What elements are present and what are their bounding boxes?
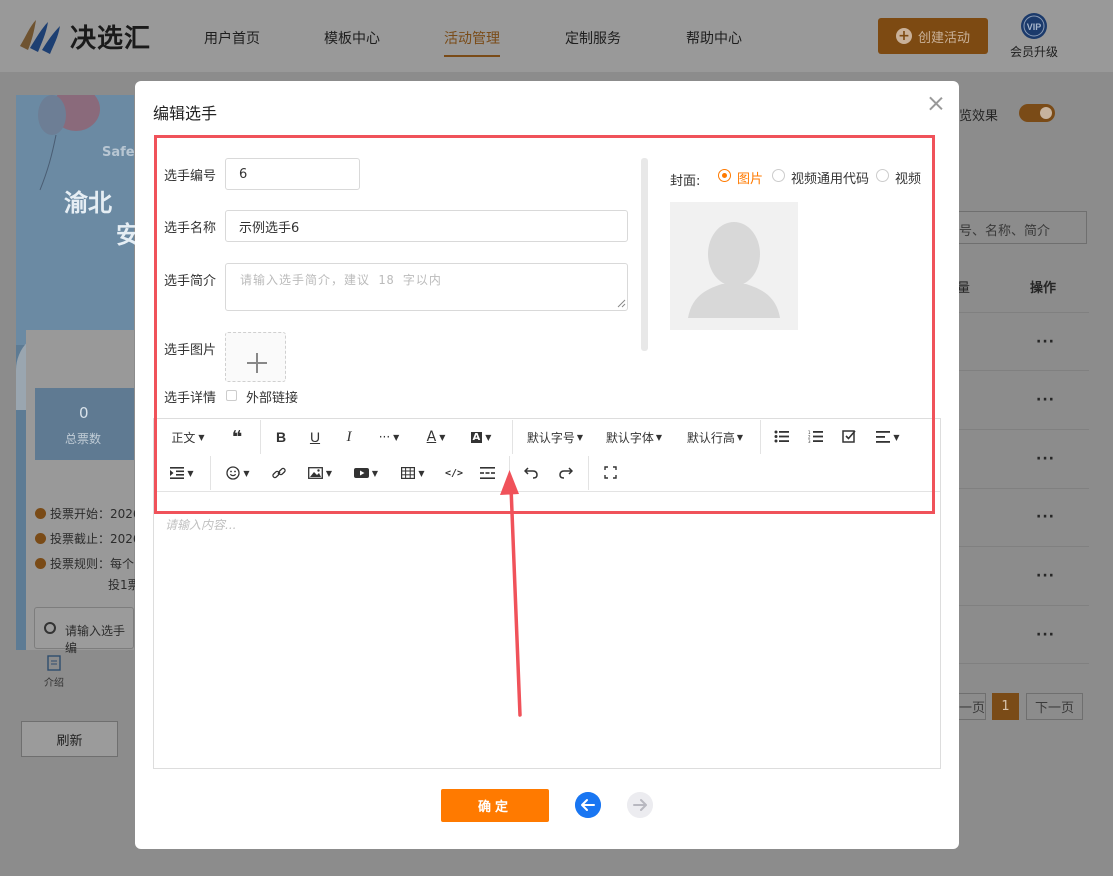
dot-icon: [35, 508, 46, 519]
arrow-left-icon[interactable]: [575, 792, 601, 818]
preview-toggle[interactable]: [1019, 104, 1055, 122]
annotation-arrow-icon: [500, 470, 522, 717]
nav-item-help[interactable]: 帮助中心: [686, 28, 742, 48]
confirm-button[interactable]: 确定: [441, 789, 549, 822]
player-list-search[interactable]: 号、名称、简介: [959, 211, 1087, 244]
editor-placeholder: 请输入内容...: [165, 518, 237, 532]
vip-upgrade-label[interactable]: 会员升级: [1010, 43, 1058, 60]
dot-icon: [35, 558, 46, 569]
plus-circle-icon: +: [895, 28, 912, 44]
player-search-input[interactable]: 请输入选手编: [34, 607, 134, 655]
pagination-prev[interactable]: 一页: [959, 693, 986, 720]
vote-end-line: 投票截止：2026: [35, 530, 141, 547]
row-action-button[interactable]: ···: [1036, 568, 1055, 584]
arrow-right-icon[interactable]: [627, 792, 653, 818]
search-icon: [44, 622, 56, 634]
create-activity-label: 创建活动: [917, 30, 970, 46]
row-action-button[interactable]: ···: [1036, 334, 1055, 350]
vote-start-line: 投票开始：2026: [35, 505, 141, 522]
nav-item-templates[interactable]: 模板中心: [324, 28, 380, 48]
row-action-button[interactable]: ···: [1036, 627, 1055, 643]
total-votes-value: 0: [79, 404, 89, 422]
preview-effect-label: 览效果: [959, 109, 999, 124]
create-activity-button[interactable]: + 创建活动: [878, 18, 988, 54]
row-action-button[interactable]: ···: [1036, 509, 1055, 525]
pagination-next[interactable]: 下一页: [1026, 693, 1083, 720]
nav-item-custom[interactable]: 定制服务: [565, 28, 621, 48]
highlight-box: [154, 135, 935, 514]
tab-intro[interactable]: 介绍: [44, 655, 64, 689]
vip-badge-icon[interactable]: VIP: [1015, 12, 1053, 42]
modal-title: 编辑选手: [153, 104, 218, 123]
ops-column-header: 操作: [1030, 281, 1057, 296]
close-icon[interactable]: [926, 94, 946, 114]
row-action-button[interactable]: ···: [1036, 392, 1055, 408]
dot-icon: [35, 533, 46, 544]
vip-badge-text: VIP: [1027, 22, 1042, 32]
refresh-button[interactable]: 刷新: [21, 721, 118, 757]
poster-small-text: Safe: [102, 145, 135, 160]
brand-name: 决选汇: [70, 24, 152, 54]
activity-info-panel: [26, 330, 134, 650]
total-votes-stat: 0 总票数: [35, 388, 134, 460]
document-icon: [47, 655, 61, 671]
vote-rule-line: 投票规则：每个: [35, 555, 134, 572]
nav-item-activities[interactable]: 活动管理: [444, 28, 500, 57]
poster-title-1: 渝北: [64, 189, 112, 217]
pagination-page-1[interactable]: 1: [992, 693, 1019, 720]
row-action-button[interactable]: ···: [1036, 451, 1055, 467]
total-votes-label: 总票数: [65, 432, 102, 446]
nav-item-home[interactable]: 用户首页: [204, 28, 260, 48]
logo-icon: [20, 20, 60, 54]
